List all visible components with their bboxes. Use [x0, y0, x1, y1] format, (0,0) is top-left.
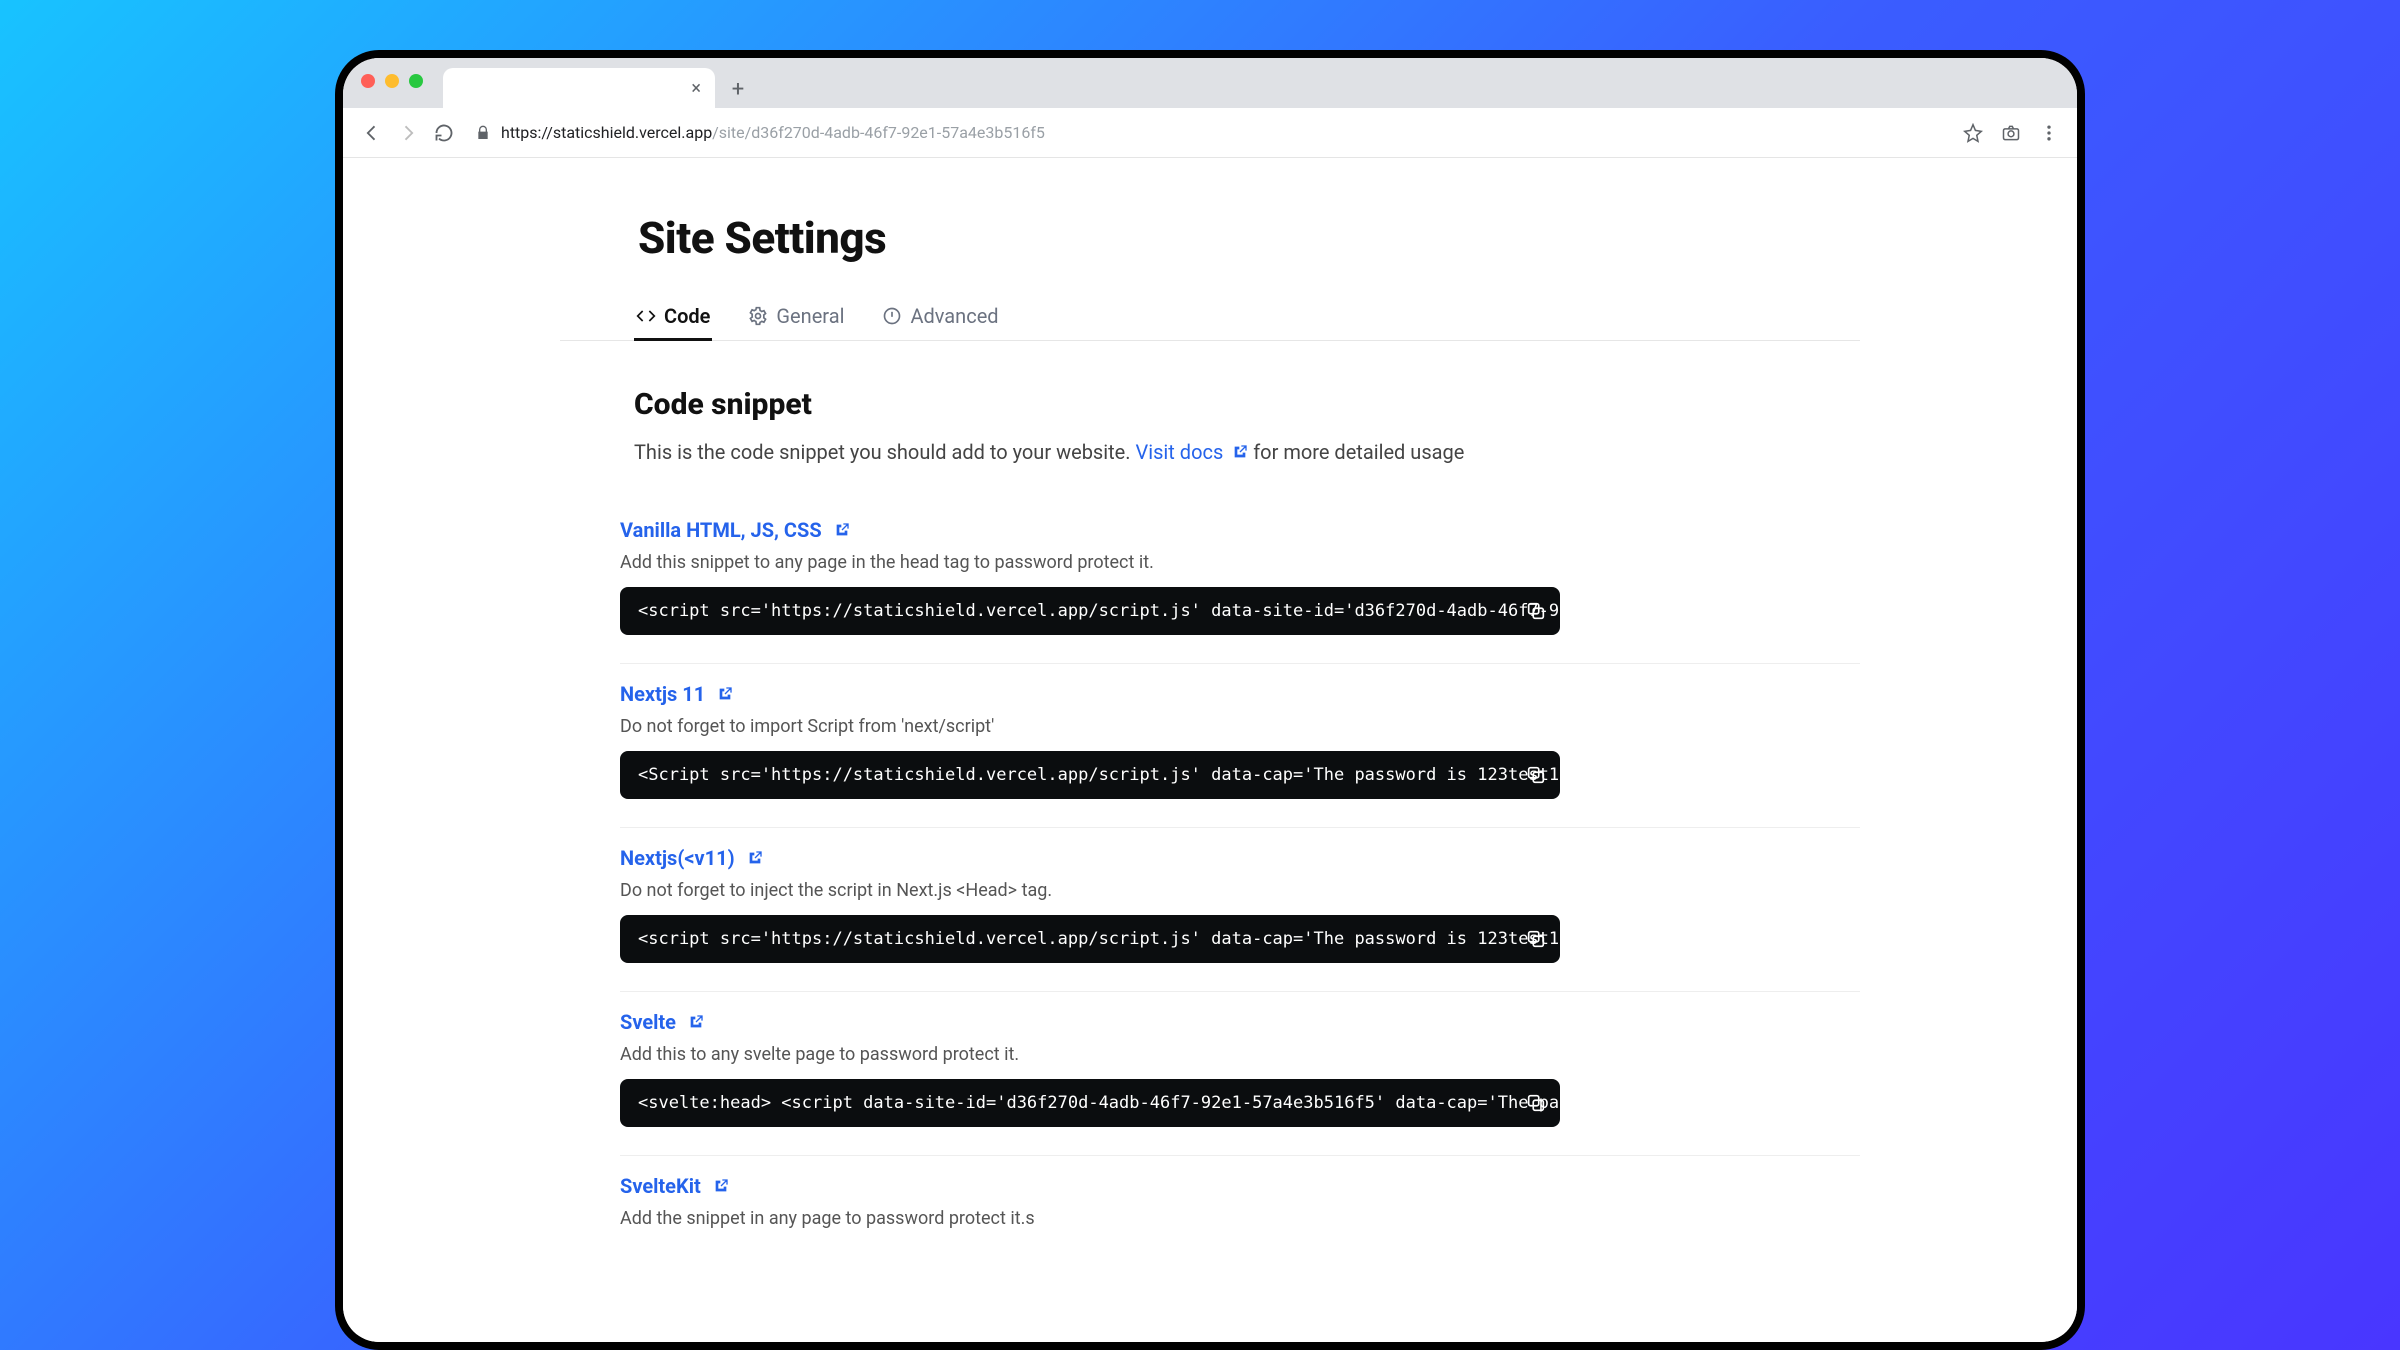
snippet-block: SvelteKit Add the snippet in any page to … [620, 1156, 1860, 1267]
window-controls [361, 74, 423, 92]
bookmark-icon[interactable] [1963, 123, 1983, 143]
external-link-icon [717, 686, 733, 702]
url-host: https://staticshield.vercel.app [501, 123, 712, 142]
code-text: <script src='https://staticshield.vercel… [638, 601, 1560, 621]
browser-tabbar: × + [343, 58, 2077, 108]
tab-advanced[interactable]: Advanced [880, 294, 1000, 340]
external-link-icon [747, 850, 763, 866]
browser-tab[interactable]: × [443, 68, 715, 108]
forward-button [397, 122, 419, 144]
snippet-title-text: SvelteKit [620, 1174, 701, 1198]
snippet-description: Add this snippet to any page in the head… [620, 552, 1860, 573]
snippet-title-text: Vanilla HTML, JS, CSS [620, 518, 822, 542]
address-bar[interactable]: https://staticshield.vercel.app/site/d36… [469, 123, 1949, 142]
code-text: <svelte:head> <script data-site-id='d36f… [638, 1093, 1560, 1113]
tab-label: Code [664, 304, 710, 328]
tab-label: General [776, 304, 844, 328]
tab-label: Advanced [910, 304, 998, 328]
external-link-icon [834, 522, 850, 538]
page-title: Site Settings [638, 212, 1860, 264]
snippet-description: Do not forget to import Script from 'nex… [620, 716, 1860, 737]
code-box: <script src='https://staticshield.vercel… [620, 915, 1560, 963]
tab-general[interactable]: General [746, 294, 846, 340]
snippet-title-link[interactable]: Nextjs 11 [620, 682, 733, 706]
snippet-title-text: Nextjs(<v11) [620, 846, 735, 870]
snippet-title-link[interactable]: Nextjs(<v11) [620, 846, 763, 870]
snippet-title-link[interactable]: Svelte [620, 1010, 704, 1034]
external-link-icon [688, 1014, 704, 1030]
kebab-menu-icon[interactable] [2039, 123, 2059, 143]
tab-code[interactable]: Code [634, 294, 712, 340]
code-icon [636, 306, 656, 326]
device-screen: × + htt [343, 58, 2077, 1342]
settings-tabs: Code General [560, 294, 1860, 341]
device-frame: × + htt [335, 50, 2085, 1350]
url-path: /site/d36f270d-4adb-46f7-92e1-57a4e3b516… [712, 123, 1045, 142]
page-content: Site Settings Code [343, 158, 2077, 1342]
external-link-icon [713, 1178, 729, 1194]
snippet-description: Add this to any svelte page to password … [620, 1044, 1860, 1065]
snippet-title-link[interactable]: SvelteKit [620, 1174, 729, 1198]
copy-button[interactable] [1522, 597, 1550, 625]
snippet-block: Nextjs(<v11) Do not forget to inject the … [620, 828, 1860, 992]
page-viewport: Site Settings Code [343, 158, 2077, 1342]
copy-button[interactable] [1522, 1089, 1550, 1117]
snippet-title-text: Svelte [620, 1010, 676, 1034]
browser-window: × + htt [343, 58, 2077, 1342]
back-button[interactable] [361, 122, 383, 144]
snippet-title-text: Nextjs 11 [620, 682, 705, 706]
snippet-description: Add the snippet in any page to password … [620, 1208, 1860, 1229]
code-box: <script src='https://staticshield.vercel… [620, 587, 1560, 635]
toolbar-right [1963, 123, 2059, 143]
gear-icon [748, 306, 768, 326]
new-tab-button[interactable]: + [723, 74, 753, 104]
snippet-block: Vanilla HTML, JS, CSS Add this snippet to… [620, 500, 1860, 664]
copy-button[interactable] [1522, 761, 1550, 789]
alert-icon [882, 306, 902, 326]
code-text: <script src='https://staticshield.vercel… [638, 929, 1560, 949]
code-box: <svelte:head> <script data-site-id='d36f… [620, 1079, 1560, 1127]
camera-icon[interactable] [2001, 123, 2021, 143]
close-window-icon[interactable] [361, 74, 375, 88]
close-tab-icon[interactable]: × [691, 78, 701, 99]
code-box: <Script src='https://staticshield.vercel… [620, 751, 1560, 799]
code-text: <Script src='https://staticshield.vercel… [638, 765, 1560, 785]
maximize-window-icon[interactable] [409, 74, 423, 88]
snippet-description: Do not forget to inject the script in Ne… [620, 880, 1860, 901]
section-heading: Code snippet [634, 387, 1860, 422]
reload-button[interactable] [433, 122, 455, 144]
snippet-block: Svelte Add this to any svelte page to pas… [620, 992, 1860, 1156]
visit-docs-link[interactable]: Visit docs [1136, 440, 1254, 464]
lock-icon [475, 125, 491, 141]
snippet-block: Nextjs 11 Do not forget to import Script … [620, 664, 1860, 828]
section-description: This is the code snippet you should add … [634, 440, 1860, 464]
minimize-window-icon[interactable] [385, 74, 399, 88]
browser-toolbar: https://staticshield.vercel.app/site/d36… [343, 108, 2077, 158]
snippet-title-link[interactable]: Vanilla HTML, JS, CSS [620, 518, 850, 542]
copy-button[interactable] [1522, 925, 1550, 953]
external-link-icon [1232, 444, 1248, 460]
